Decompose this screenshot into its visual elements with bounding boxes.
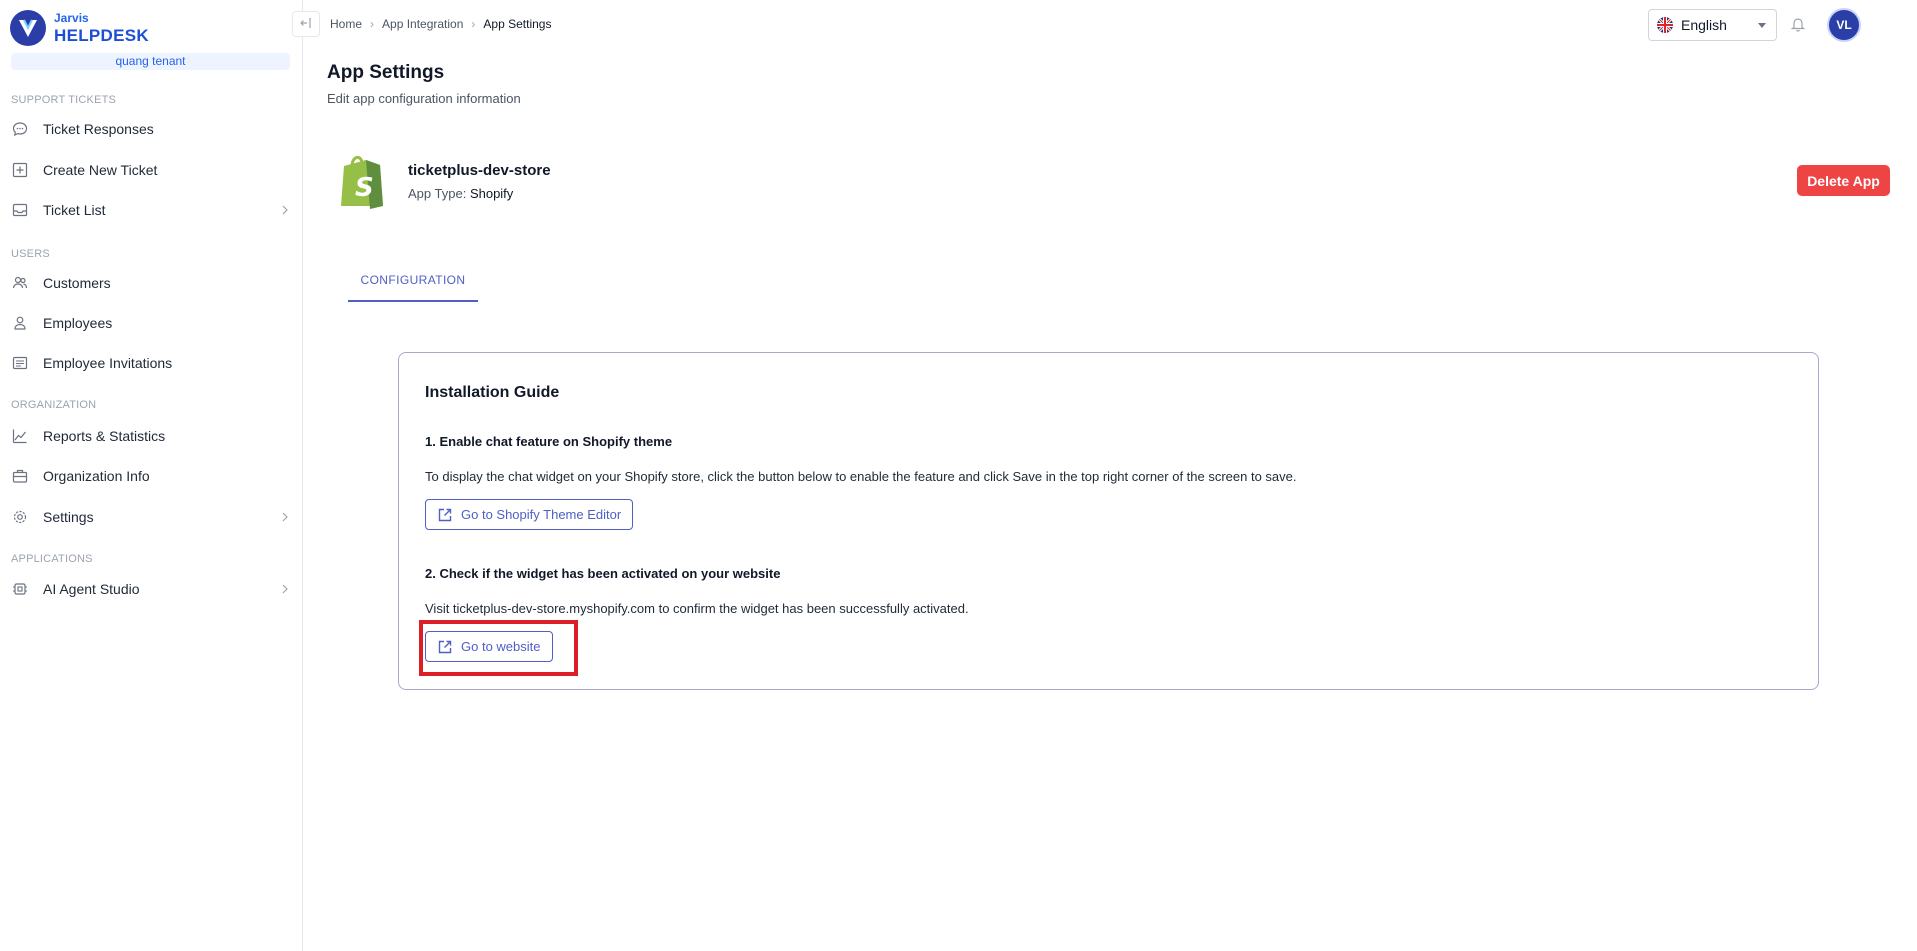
users-icon xyxy=(11,274,29,292)
avatar[interactable]: VL xyxy=(1829,10,1859,40)
user-icon xyxy=(11,314,29,332)
button-label: Go to Shopify Theme Editor xyxy=(461,507,622,522)
highlight-box xyxy=(419,620,578,676)
app-type: App Type: Shopify xyxy=(408,186,513,201)
app-name: ticketplus-dev-store xyxy=(408,162,551,179)
brand-name-big: HELPDESK xyxy=(54,26,149,45)
breadcrumb-separator: › xyxy=(370,17,375,31)
caret-down-icon xyxy=(1758,23,1766,28)
sidebar-item-label: Employee Invitations xyxy=(43,355,173,371)
sidebar-item-reports-statistics[interactable]: Reports & Statistics xyxy=(0,418,302,454)
sidebar-item-label: Employees xyxy=(43,315,113,331)
section-title-applications: APPLICATIONS xyxy=(11,553,93,565)
sidebar-item-label: Create New Ticket xyxy=(43,162,158,178)
sidebar-item-employee-invitations[interactable]: Employee Invitations xyxy=(0,345,302,381)
language-select[interactable]: English xyxy=(1648,9,1777,41)
tab-configuration[interactable]: CONFIGURATION xyxy=(348,260,478,302)
step-1-text: To display the chat widget on your Shopi… xyxy=(425,469,1297,484)
sidebar-item-label: Ticket List xyxy=(43,202,106,218)
step-2-text: Visit ticketplus-dev-store.myshopify.com… xyxy=(425,601,969,616)
installation-guide-card: Installation Guide 1. Enable chat featur… xyxy=(398,352,1819,690)
page-title: App Settings xyxy=(327,62,445,83)
sidebar-item-label: Customers xyxy=(43,275,111,291)
sidebar-item-employees[interactable]: Employees xyxy=(0,305,302,341)
language-label: English xyxy=(1681,17,1727,33)
sidebar-item-label: Ticket Responses xyxy=(43,121,154,137)
section-title-support-tickets: SUPPORT TICKETS xyxy=(11,94,117,106)
page-subtitle: Edit app configuration information xyxy=(327,91,521,106)
chip-icon xyxy=(11,580,29,598)
bell-icon[interactable] xyxy=(1789,15,1807,33)
sidebar-item-create-new-ticket[interactable]: Create New Ticket xyxy=(0,152,302,188)
sidebar-item-organization-info[interactable]: Organization Info xyxy=(0,458,302,494)
step-2-title: 2. Check if the widget has been activate… xyxy=(425,566,781,581)
sidebar: Jarvis HELPDESK quang tenant SUPPORT TIC… xyxy=(0,0,303,951)
brand-name-small: Jarvis xyxy=(54,11,89,25)
breadcrumb-home[interactable]: Home xyxy=(330,17,362,31)
uk-flag-icon xyxy=(1657,17,1673,33)
svg-text:S: S xyxy=(355,173,374,203)
sidebar-item-ticket-responses[interactable]: Ticket Responses xyxy=(0,111,302,147)
app-type-label: App Type: xyxy=(408,186,467,201)
go-to-shopify-theme-editor-button[interactable]: Go to Shopify Theme Editor xyxy=(425,499,634,530)
chevron-right-icon xyxy=(278,203,292,217)
plus-square-icon xyxy=(11,161,29,179)
briefcase-icon xyxy=(11,467,29,485)
collapse-left-icon xyxy=(299,16,313,33)
sidebar-item-label: AI Agent Studio xyxy=(43,581,140,597)
shopify-logo-icon: S xyxy=(336,152,386,210)
inbox-icon xyxy=(11,201,29,219)
chat-bubble-icon xyxy=(11,120,29,138)
section-title-organization: ORGANIZATION xyxy=(11,399,97,411)
sidebar-collapse-button[interactable] xyxy=(292,11,320,37)
breadcrumb-separator: › xyxy=(471,17,476,31)
sidebar-item-settings[interactable]: Settings xyxy=(0,499,302,535)
sidebar-item-ticket-list[interactable]: Ticket List xyxy=(0,192,302,228)
breadcrumb: Home › App Integration › App Settings xyxy=(330,17,551,31)
sidebar-item-customers[interactable]: Customers xyxy=(0,265,302,301)
chevron-right-icon xyxy=(278,582,292,596)
sidebar-item-label: Organization Info xyxy=(43,468,150,484)
external-link-icon xyxy=(437,507,453,523)
breadcrumb-app-integration[interactable]: App Integration xyxy=(382,17,463,31)
tenant-badge[interactable]: quang tenant xyxy=(11,53,290,70)
gear-icon xyxy=(11,508,29,526)
app-type-value: Shopify xyxy=(469,186,514,201)
sidebar-item-label: Reports & Statistics xyxy=(43,428,166,444)
breadcrumb-current: App Settings xyxy=(483,17,552,31)
guide-title: Installation Guide xyxy=(425,384,560,401)
list-icon xyxy=(11,354,29,372)
chevron-right-icon xyxy=(278,510,292,524)
logo-mark-icon xyxy=(10,10,46,46)
delete-app-button[interactable]: Delete App xyxy=(1797,165,1890,196)
section-title-users: USERS xyxy=(11,248,50,260)
step-1-title: 1. Enable chat feature on Shopify theme xyxy=(425,434,673,449)
sidebar-item-label: Settings xyxy=(43,509,94,525)
sidebar-item-ai-agent-studio[interactable]: AI Agent Studio xyxy=(0,571,302,607)
chart-line-icon xyxy=(11,427,29,445)
brand-logo[interactable]: Jarvis HELPDESK xyxy=(10,10,149,46)
